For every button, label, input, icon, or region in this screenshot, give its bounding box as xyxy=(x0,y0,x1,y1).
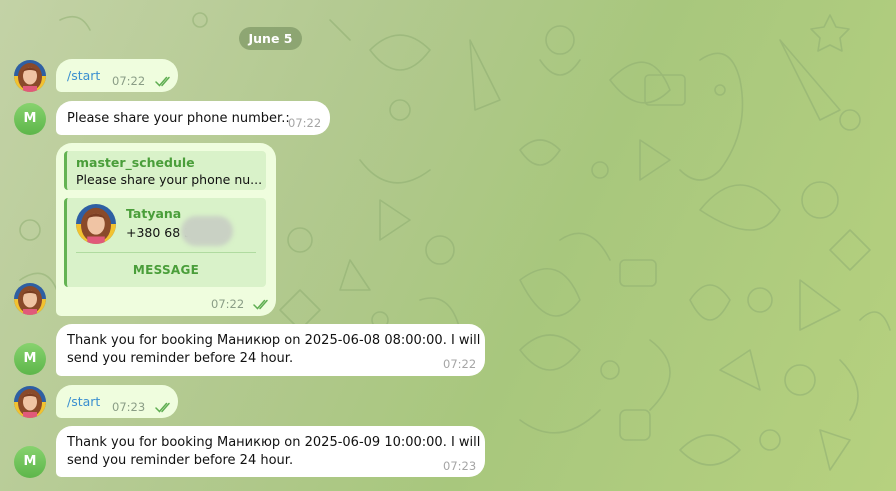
message-bubble-contact[interactable]: master_schedule Please share your phone … xyxy=(56,143,276,316)
message-bubble-outgoing[interactable]: /start 07:23 xyxy=(56,385,178,418)
contact-avatar[interactable] xyxy=(76,204,116,244)
bot-avatar[interactable]: M xyxy=(14,446,46,478)
date-separator: June 5 xyxy=(239,27,302,50)
chat-window: June 5 /start 07:22 M Please share your … xyxy=(0,0,896,491)
double-check-icon xyxy=(155,402,170,413)
message-text-line: Thank you for booking Маникюр on 2025-06… xyxy=(67,333,481,348)
message-contact-button[interactable]: MESSAGE xyxy=(76,260,256,280)
user-avatar[interactable] xyxy=(14,283,46,315)
user-avatar[interactable] xyxy=(14,386,46,418)
contact-name: Tatyana xyxy=(126,206,182,221)
message-text: Please share your phone number.: xyxy=(67,111,290,126)
reply-quote[interactable]: master_schedule Please share your phone … xyxy=(64,151,266,190)
reply-author: master_schedule xyxy=(76,155,195,170)
card-divider xyxy=(76,252,256,253)
message-text-line: send you reminder before 24 hour. xyxy=(67,453,294,468)
message-text-line: send you reminder before 24 hour. xyxy=(67,351,294,366)
double-check-icon xyxy=(155,76,170,87)
message-time: 07:23 xyxy=(443,459,477,473)
command-link[interactable]: /start xyxy=(67,392,100,411)
reply-text: Please share your phone nu... xyxy=(76,172,263,187)
command-link[interactable]: /start xyxy=(67,66,100,85)
double-check-icon xyxy=(253,299,268,310)
message-time: 07:22 xyxy=(443,357,477,371)
message-bubble-incoming[interactable]: Thank you for booking Маникюр on 2025-06… xyxy=(56,426,485,477)
message-bubble-incoming[interactable]: Please share your phone number.: 07:22 xyxy=(56,101,330,135)
message-time: 07:23 xyxy=(112,400,146,414)
message-bubble-outgoing[interactable]: /start 07:22 xyxy=(56,59,178,92)
message-time: 07:22 xyxy=(288,116,322,130)
user-avatar[interactable] xyxy=(14,60,46,92)
shared-contact-card[interactable]: Tatyana +380 68 3 MESSAGE xyxy=(64,198,266,287)
message-time: 07:22 xyxy=(112,74,146,88)
message-bubble-incoming[interactable]: Thank you for booking Маникюр on 2025-06… xyxy=(56,324,485,376)
message-time: 07:22 xyxy=(211,297,245,311)
bot-avatar[interactable]: M xyxy=(14,103,46,135)
redacted-blur xyxy=(181,216,233,246)
message-text-line: Thank you for booking Маникюр on 2025-06… xyxy=(67,435,481,450)
bot-avatar[interactable]: M xyxy=(14,343,46,375)
